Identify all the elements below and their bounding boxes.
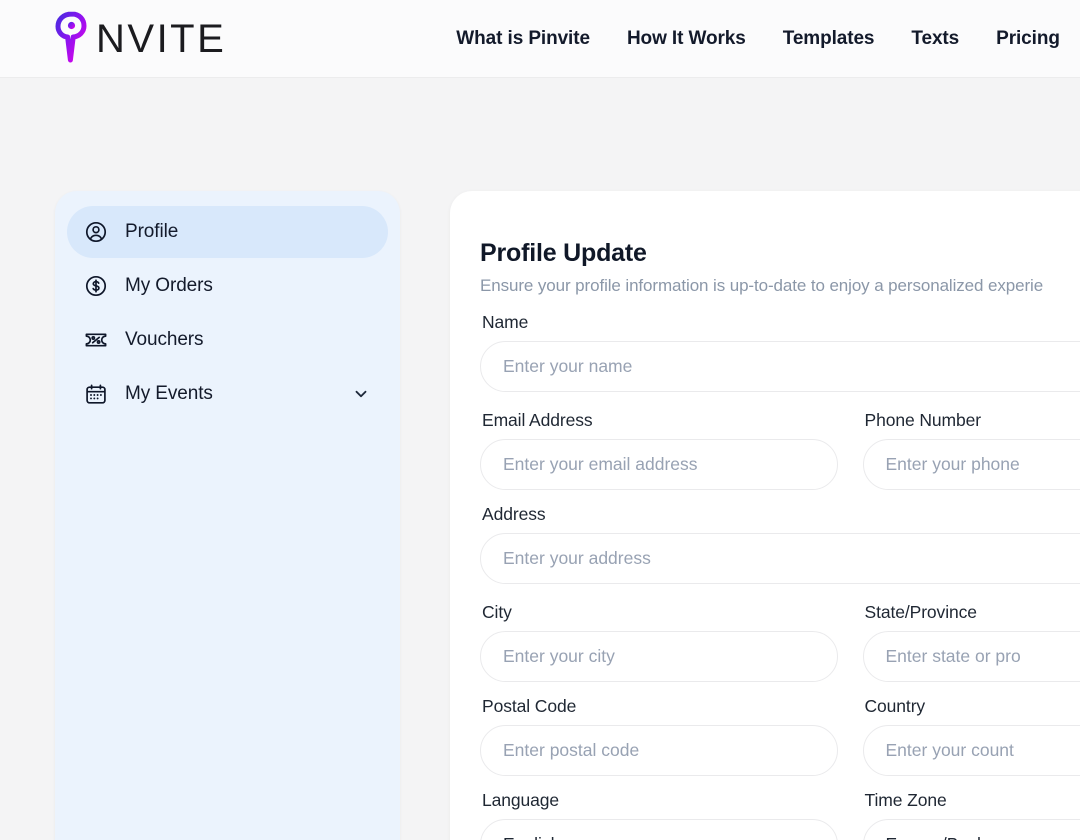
chevron-down-icon[interactable]: [352, 385, 370, 403]
brand-logo[interactable]: NVITE: [50, 11, 227, 64]
field-label-state: State/Province: [864, 602, 978, 622]
address-input[interactable]: [480, 533, 1080, 584]
postal-code-input[interactable]: [480, 725, 838, 776]
field-label-timezone: Time Zone: [864, 790, 947, 810]
voucher-ticket-icon: [83, 327, 109, 353]
form-row-postal-country: Postal Code Country: [480, 696, 1080, 776]
sidebar-item-label: My Orders: [125, 275, 213, 296]
brand-wordmark: NVITE: [96, 16, 227, 61]
main-nav: What is Pinvite How It Works Templates T…: [456, 28, 1080, 50]
name-input[interactable]: [480, 341, 1080, 392]
field-label-name: Name: [482, 312, 529, 332]
field-state: State/Province: [862, 602, 1080, 682]
form-row-email-phone: Email Address Phone Number: [480, 410, 1080, 490]
sidebar-item-vouchers[interactable]: Vouchers: [67, 314, 388, 366]
field-phone: Phone Number: [862, 410, 1080, 490]
field-label-phone: Phone Number: [864, 410, 982, 430]
state-input[interactable]: [862, 631, 1080, 682]
field-language: Language English: [480, 790, 838, 840]
calendar-icon: [83, 381, 109, 407]
form-row-city-state: City State/Province: [480, 602, 1080, 682]
nav-link-what-is-pinvite[interactable]: What is Pinvite: [456, 28, 590, 50]
timezone-select-wrap: Europe/Buchar: [862, 819, 1080, 840]
pin-logo-icon: [50, 10, 94, 64]
page-body: Profile My Orders Vouchers My Events Pro…: [0, 78, 1080, 840]
field-name: Name: [480, 312, 1080, 392]
row-spacer: [480, 780, 1080, 790]
account-sidebar: Profile My Orders Vouchers My Events: [55, 191, 400, 840]
field-address: Address: [480, 504, 1080, 584]
language-select[interactable]: English: [480, 819, 838, 840]
profile-update-card: Profile Update Ensure your profile infor…: [450, 191, 1080, 840]
field-label-city: City: [482, 602, 512, 622]
nav-link-templates[interactable]: Templates: [783, 28, 875, 50]
form-row-name: Name: [480, 312, 1080, 392]
timezone-select-value: Europe/Buchar: [886, 834, 1003, 840]
sidebar-item-my-events[interactable]: My Events: [67, 368, 388, 420]
field-label-postal-code: Postal Code: [482, 696, 577, 716]
sidebar-item-label: Vouchers: [125, 329, 204, 350]
row-spacer: [480, 396, 1080, 410]
city-input[interactable]: [480, 631, 838, 682]
row-spacer: [480, 588, 1080, 602]
nav-link-how-it-works[interactable]: How It Works: [627, 28, 746, 50]
dollar-circle-icon: [83, 273, 109, 299]
field-timezone: Time Zone Europe/Buchar: [862, 790, 1080, 840]
field-country: Country: [862, 696, 1080, 776]
field-label-address: Address: [482, 504, 546, 524]
page-subtitle: Ensure your profile information is up-to…: [480, 276, 1044, 295]
sidebar-item-my-orders[interactable]: My Orders: [67, 260, 388, 312]
row-spacer: [480, 686, 1080, 696]
form-row-address: Address: [480, 504, 1080, 584]
language-select-value: English: [503, 834, 560, 840]
field-label-country: Country: [864, 696, 926, 716]
page-title: Profile Update: [480, 239, 647, 267]
timezone-select[interactable]: Europe/Buchar: [862, 819, 1080, 840]
email-input[interactable]: [480, 439, 838, 490]
field-label-email: Email Address: [482, 410, 593, 430]
sidebar-item-label: Profile: [125, 221, 179, 242]
sidebar-item-profile[interactable]: Profile: [67, 206, 388, 258]
form-row-language-timezone: Language English Time Zone Euro: [480, 790, 1080, 840]
site-header: NVITE What is Pinvite How It Works Templ…: [0, 0, 1080, 78]
country-input[interactable]: [862, 725, 1080, 776]
field-postal-code: Postal Code: [480, 696, 838, 776]
nav-link-texts[interactable]: Texts: [911, 28, 959, 50]
sidebar-item-label: My Events: [125, 383, 213, 404]
field-email: Email Address: [480, 410, 838, 490]
phone-input[interactable]: [862, 439, 1080, 490]
field-label-language: Language: [482, 790, 560, 810]
row-spacer: [480, 494, 1080, 504]
field-city: City: [480, 602, 838, 682]
user-circle-icon: [83, 219, 109, 245]
nav-link-pricing[interactable]: Pricing: [996, 28, 1060, 50]
language-select-wrap: English: [480, 819, 838, 840]
